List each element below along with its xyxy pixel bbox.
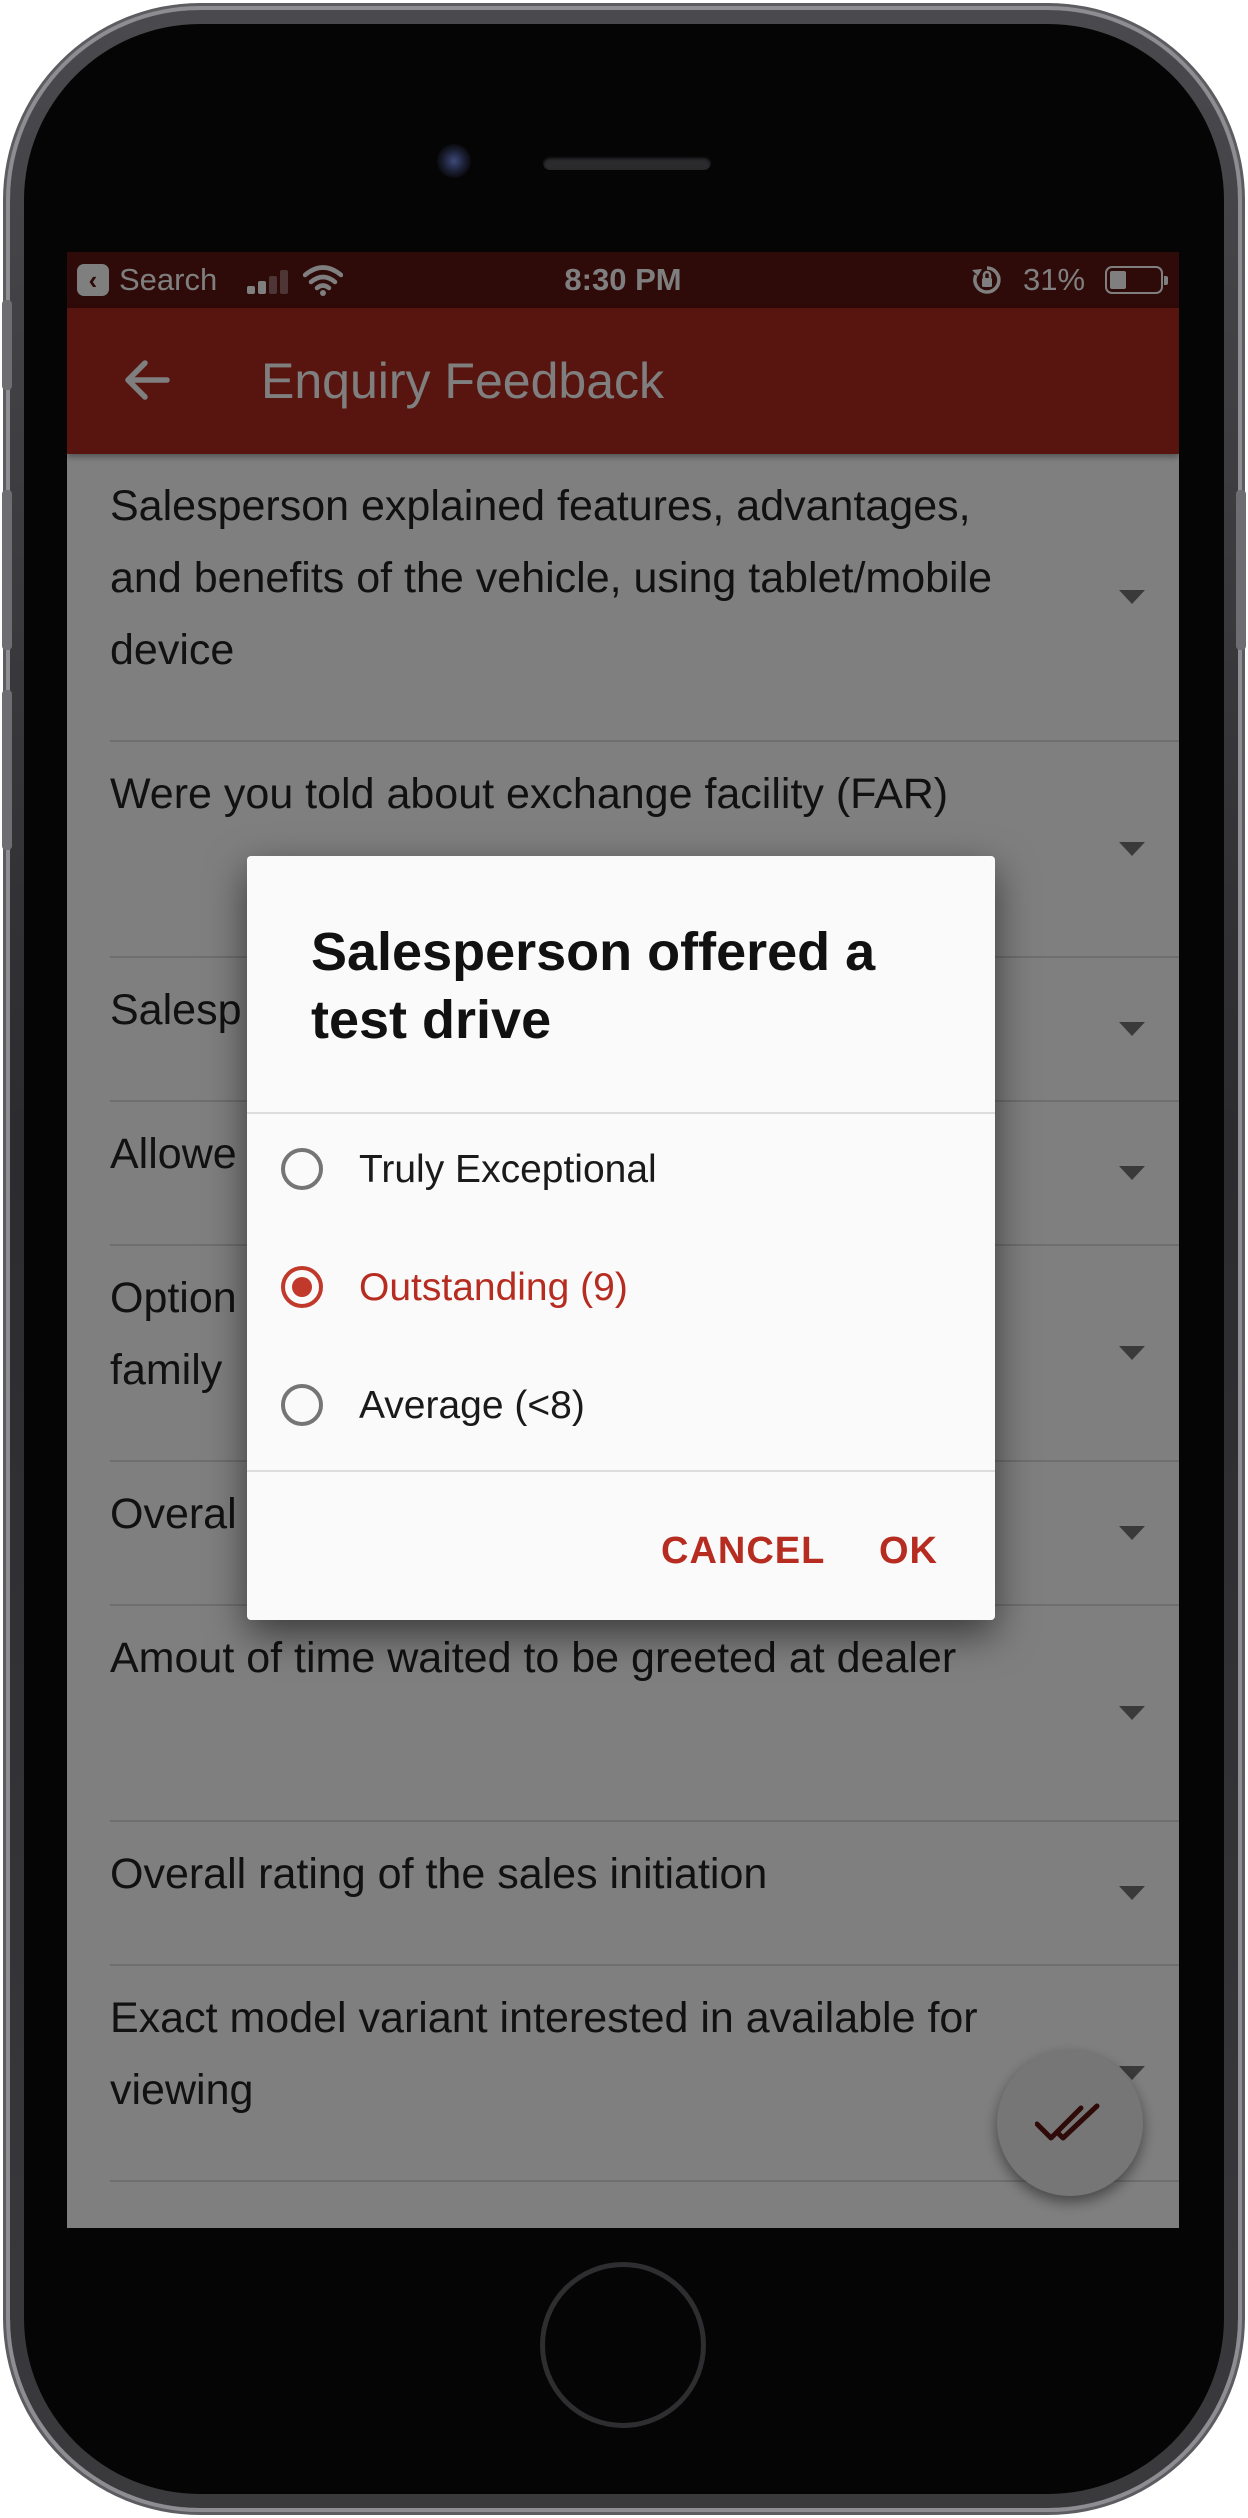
- power-button: [1236, 490, 1246, 650]
- dialog-divider: [247, 1470, 995, 1472]
- ok-button[interactable]: OK: [879, 1530, 938, 1573]
- radio-option-outstanding[interactable]: Outstanding (9): [247, 1232, 995, 1342]
- radio-unchecked-icon[interactable]: [281, 1384, 323, 1426]
- radio-option-label: Outstanding (9): [359, 1266, 628, 1309]
- rating-dialog: Salesperson offered a test drive Truly E…: [247, 856, 995, 1620]
- radio-unchecked-icon[interactable]: [281, 1148, 323, 1190]
- home-button[interactable]: [540, 2262, 706, 2428]
- cancel-button[interactable]: CANCEL: [661, 1530, 825, 1573]
- mute-switch: [2, 300, 12, 390]
- front-camera: [437, 144, 471, 178]
- radio-option-average[interactable]: Average (<8): [247, 1350, 995, 1460]
- radio-option-label: Truly Exceptional: [359, 1148, 657, 1191]
- radio-option-truly-exceptional[interactable]: Truly Exceptional: [247, 1114, 995, 1224]
- volume-up-button: [2, 490, 12, 650]
- radio-option-label: Average (<8): [359, 1384, 585, 1427]
- volume-down-button: [2, 690, 12, 850]
- earpiece-speaker: [543, 156, 711, 170]
- screen: ‹ Search 8:30 PM 31% Enquiry Feedback: [67, 252, 1179, 2228]
- radio-checked-icon[interactable]: [281, 1266, 323, 1308]
- dialog-title: Salesperson offered a test drive: [311, 922, 876, 1050]
